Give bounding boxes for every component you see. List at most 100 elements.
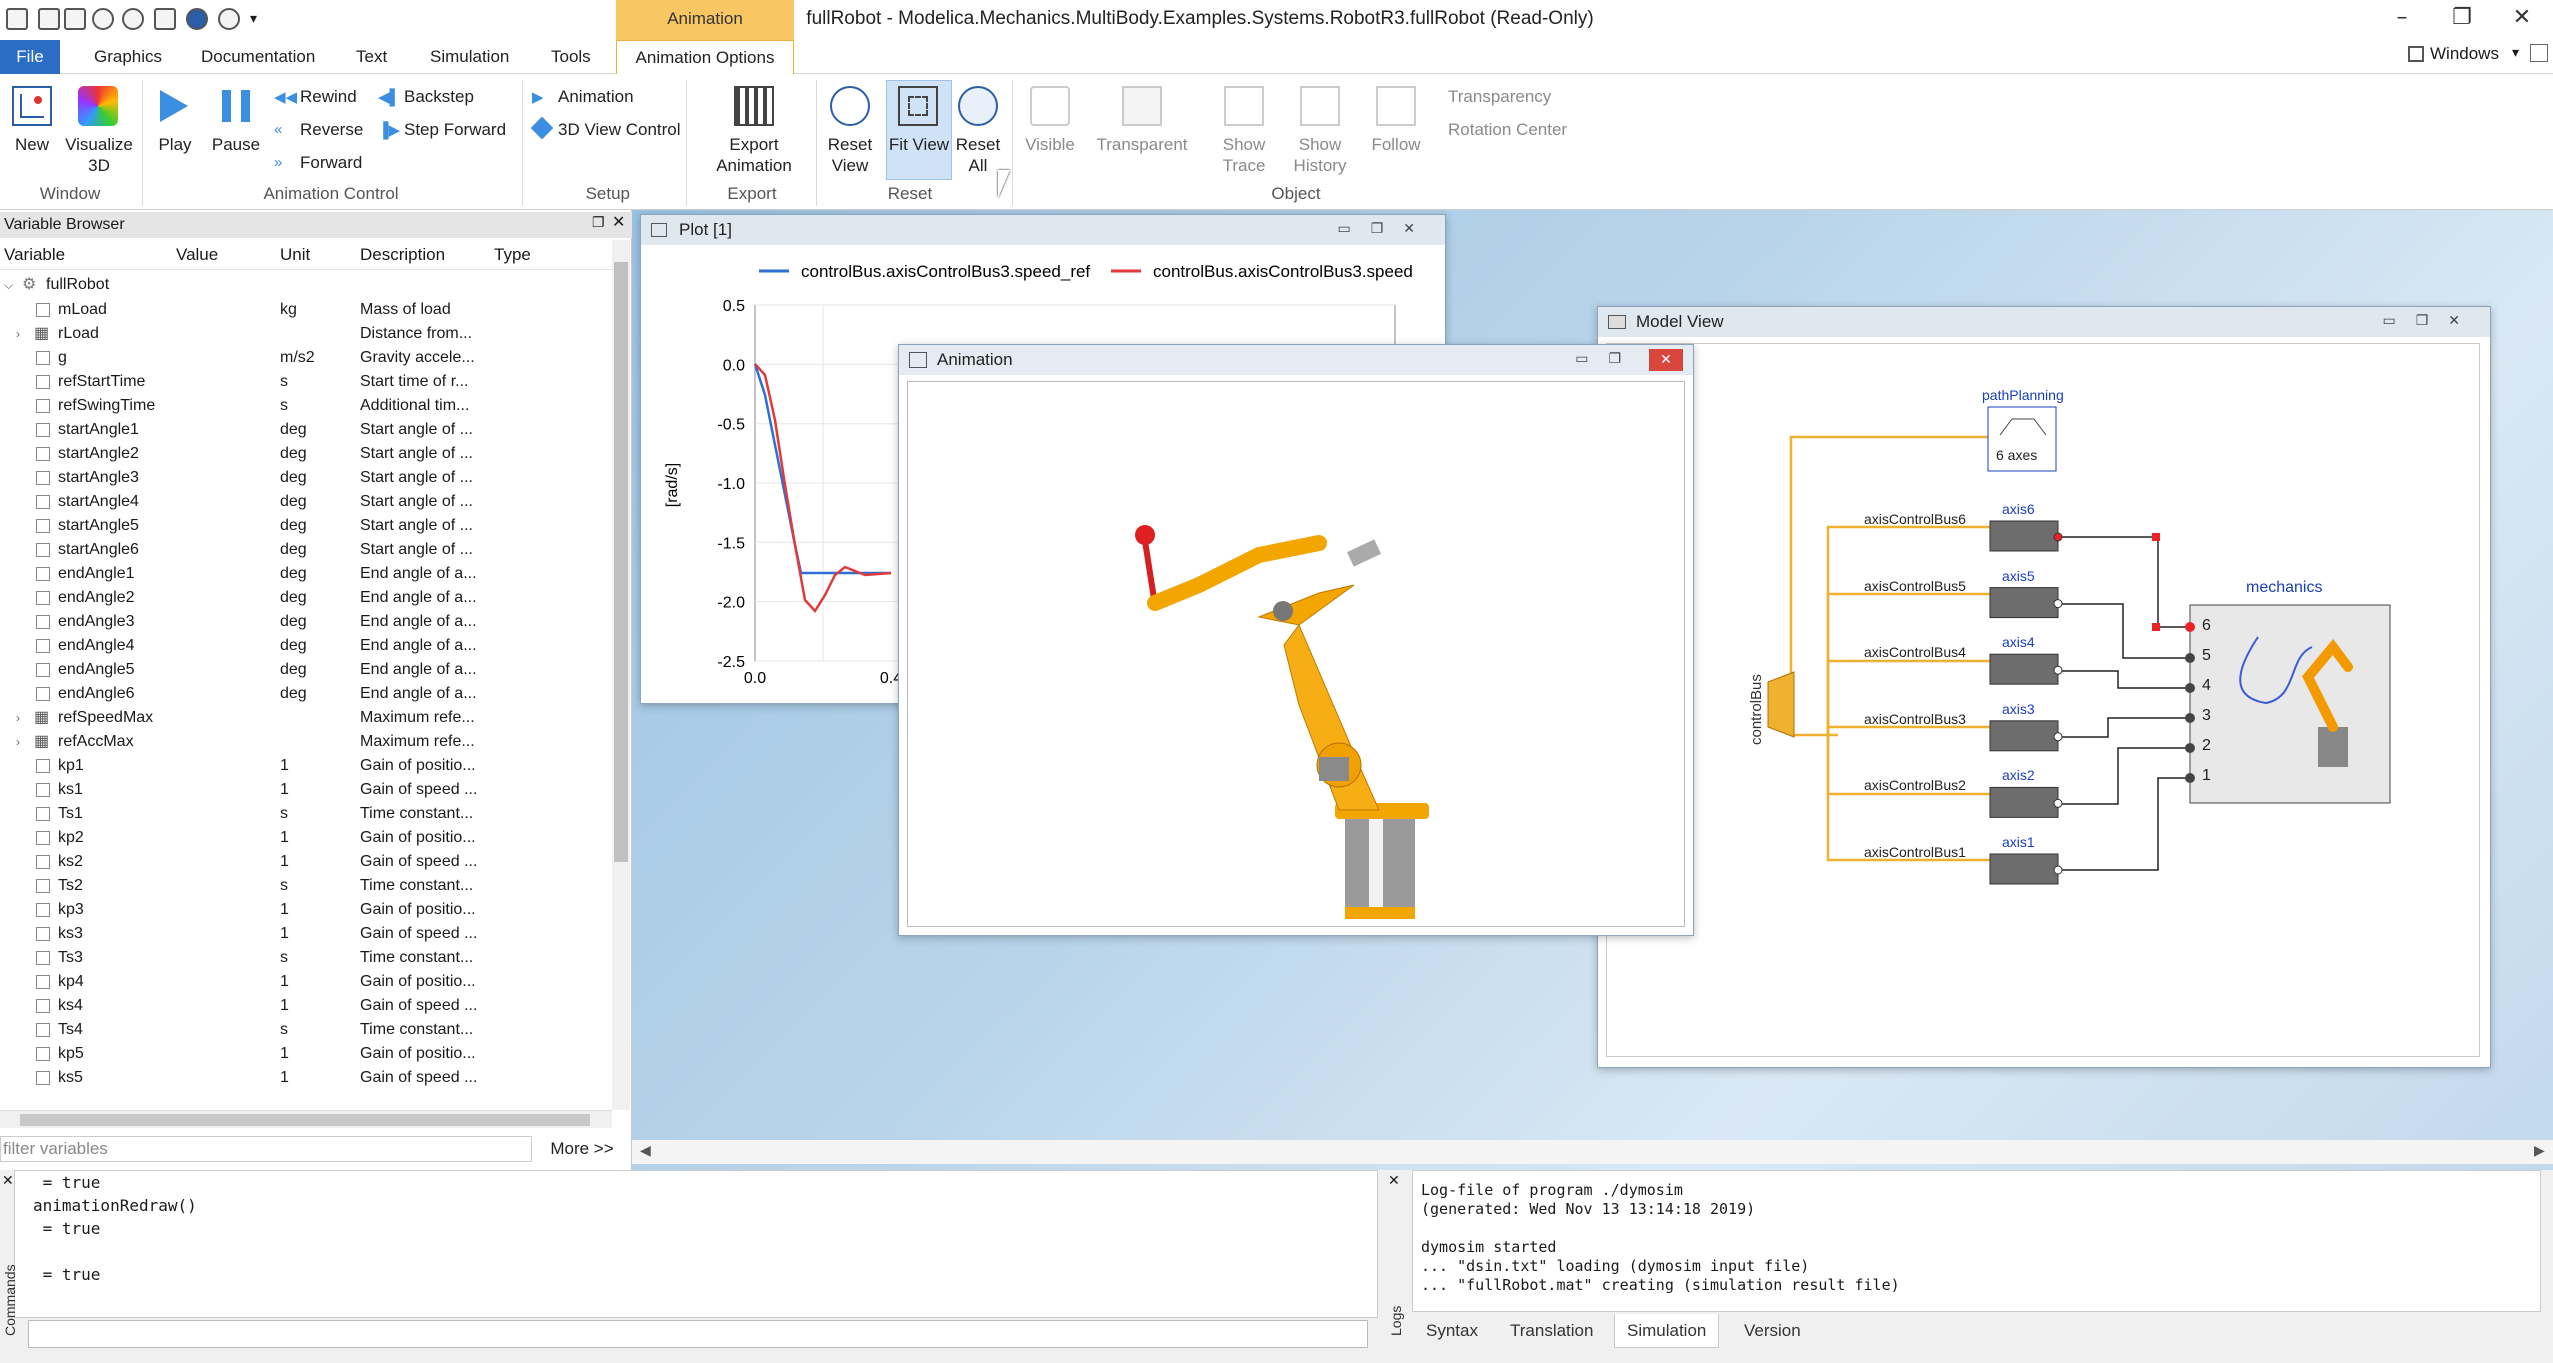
close-panel-icon[interactable]: ✕ [1388,1172,1400,1189]
close-icon[interactable]: ✕ [2492,0,2552,38]
row-checkbox[interactable] [36,543,50,557]
col-description[interactable]: Description [360,240,445,270]
show-trace-button[interactable]: Show Trace [1210,134,1278,176]
model-view-window[interactable]: Model View ▭❐✕ pathPlanning 6 axes contr… [1597,306,2491,1068]
tab-file[interactable]: File [0,40,60,74]
tab-tools[interactable]: Tools [543,40,599,74]
row-checkbox[interactable] [36,999,50,1013]
customize-quick-access-icon[interactable]: ▾ [250,10,257,27]
rotation-center-button[interactable]: Rotation Center [1448,120,1567,140]
col-unit[interactable]: Unit [280,240,310,270]
restore-icon[interactable]: ❐ [2432,0,2492,38]
windows-menu[interactable]: Windows [2430,44,2499,64]
workspace-horizontal-scrollbar[interactable] [632,1140,2553,1164]
pause-button[interactable]: Pause [208,134,264,155]
row-checkbox[interactable] [36,951,50,965]
follow-button[interactable]: Follow [1364,134,1428,155]
table-row[interactable]: kp1 1 Gain of positio... [0,754,614,778]
row-checkbox[interactable] [36,783,50,797]
table-row[interactable]: mLoad kg Mass of load [0,298,614,322]
backstep-button[interactable]: Backstep [404,87,474,107]
row-checkbox[interactable] [36,375,50,389]
table-row[interactable]: endAngle3 deg End angle of a... [0,610,614,634]
fit-view-button[interactable]: Fit View [886,134,952,155]
row-checkbox[interactable] [36,591,50,605]
undo-icon[interactable] [92,8,114,30]
step-forward-button[interactable]: Step Forward [404,120,506,140]
horizontal-scrollbar[interactable] [0,1110,612,1128]
3d-view-control-button[interactable]: 3D View Control [558,120,681,140]
table-row[interactable]: kp2 1 Gain of positio... [0,826,614,850]
row-checkbox[interactable] [36,879,50,893]
scroll-left-icon[interactable]: ◀ [640,1142,651,1159]
row-checkbox[interactable] [36,423,50,437]
collapse-icon[interactable]: ⌵ [4,273,13,297]
table-row[interactable]: endAngle4 deg End angle of a... [0,634,614,658]
row-checkbox[interactable] [36,567,50,581]
row-checkbox[interactable] [36,1023,50,1037]
row-checkbox[interactable] [36,447,50,461]
row-checkbox[interactable] [36,807,50,821]
table-row[interactable]: endAngle6 deg End angle of a... [0,682,614,706]
table-row[interactable]: startAngle1 deg Start angle of ... [0,418,614,442]
table-row[interactable]: kp3 1 Gain of positio... [0,898,614,922]
row-checkbox[interactable] [36,1071,50,1085]
row-checkbox[interactable] [36,615,50,629]
close-panel-icon[interactable]: ✕ [612,212,625,232]
ribbon-toggle-icon[interactable] [2530,44,2548,62]
window-controls[interactable]: ▭❐✕ [1337,221,1435,237]
row-checkbox[interactable] [36,495,50,509]
table-row[interactable]: Ts4 s Time constant... [0,1018,614,1042]
minimize-icon[interactable]: – [2372,0,2432,38]
visualize-3d-button[interactable]: Visualize 3D [62,134,136,176]
simulate-icon[interactable] [186,8,208,30]
table-row[interactable]: kp4 1 Gain of positio... [0,970,614,994]
row-checkbox[interactable] [36,639,50,653]
row-checkbox[interactable] [36,303,50,317]
command-input[interactable] [28,1320,1368,1348]
table-row[interactable]: startAngle2 deg Start angle of ... [0,442,614,466]
expand-icon[interactable]: › [16,730,20,754]
row-checkbox[interactable] [36,759,50,773]
log-tab-simulation[interactable]: Simulation [1614,1314,1720,1348]
transparency-button[interactable]: Transparency [1448,87,1551,107]
table-row[interactable]: › ▦ refAccMax Maximum refe... [0,730,614,754]
filter-variables-input[interactable]: filter variables [0,1136,532,1162]
tab-text[interactable]: Text [348,40,395,74]
redo-icon[interactable] [122,8,144,30]
visible-button[interactable]: Visible [1016,134,1084,155]
col-value[interactable]: Value [176,240,218,270]
log-tab-translation[interactable]: Translation [1498,1314,1605,1348]
row-checkbox[interactable] [36,855,50,869]
rewind-button[interactable]: Rewind [300,87,357,107]
col-variable[interactable]: Variable [4,240,65,270]
row-checkbox[interactable] [36,471,50,485]
row-checkbox[interactable] [36,831,50,845]
scrollbar-thumb[interactable] [614,262,628,862]
show-history-button[interactable]: Show History [1284,134,1356,176]
col-type[interactable]: Type [494,240,531,270]
expand-icon[interactable]: › [16,322,20,346]
table-row[interactable]: Ts1 s Time constant... [0,802,614,826]
float-icon[interactable]: ❐ [592,214,605,231]
tree-root[interactable]: ⌵ ⚙ fullRobot [0,273,614,297]
table-row[interactable]: startAngle6 deg Start angle of ... [0,538,614,562]
table-row[interactable]: Ts3 s Time constant... [0,946,614,970]
table-row[interactable]: startAngle5 deg Start angle of ... [0,514,614,538]
reverse-button[interactable]: Reverse [300,120,363,140]
tab-documentation[interactable]: Documentation [193,40,323,74]
row-checkbox[interactable] [36,903,50,917]
row-checkbox[interactable] [36,687,50,701]
row-checkbox[interactable] [36,1047,50,1061]
reset-view-button[interactable]: Reset View [822,134,878,176]
animation-setup-button[interactable]: Animation [558,87,634,107]
row-checkbox[interactable] [36,975,50,989]
table-row[interactable]: › ▦ rLoad Distance from... [0,322,614,346]
tab-animation-options[interactable]: Animation Options [616,40,794,75]
table-row[interactable]: ks2 1 Gain of speed ... [0,850,614,874]
row-checkbox[interactable] [36,663,50,677]
animation-window[interactable]: Animation ✕ ▭❐ [898,344,1694,936]
row-checkbox[interactable] [36,927,50,941]
table-row[interactable]: g m/s2 Gravity accele... [0,346,614,370]
table-row[interactable]: refSwingTime s Additional tim... [0,394,614,418]
